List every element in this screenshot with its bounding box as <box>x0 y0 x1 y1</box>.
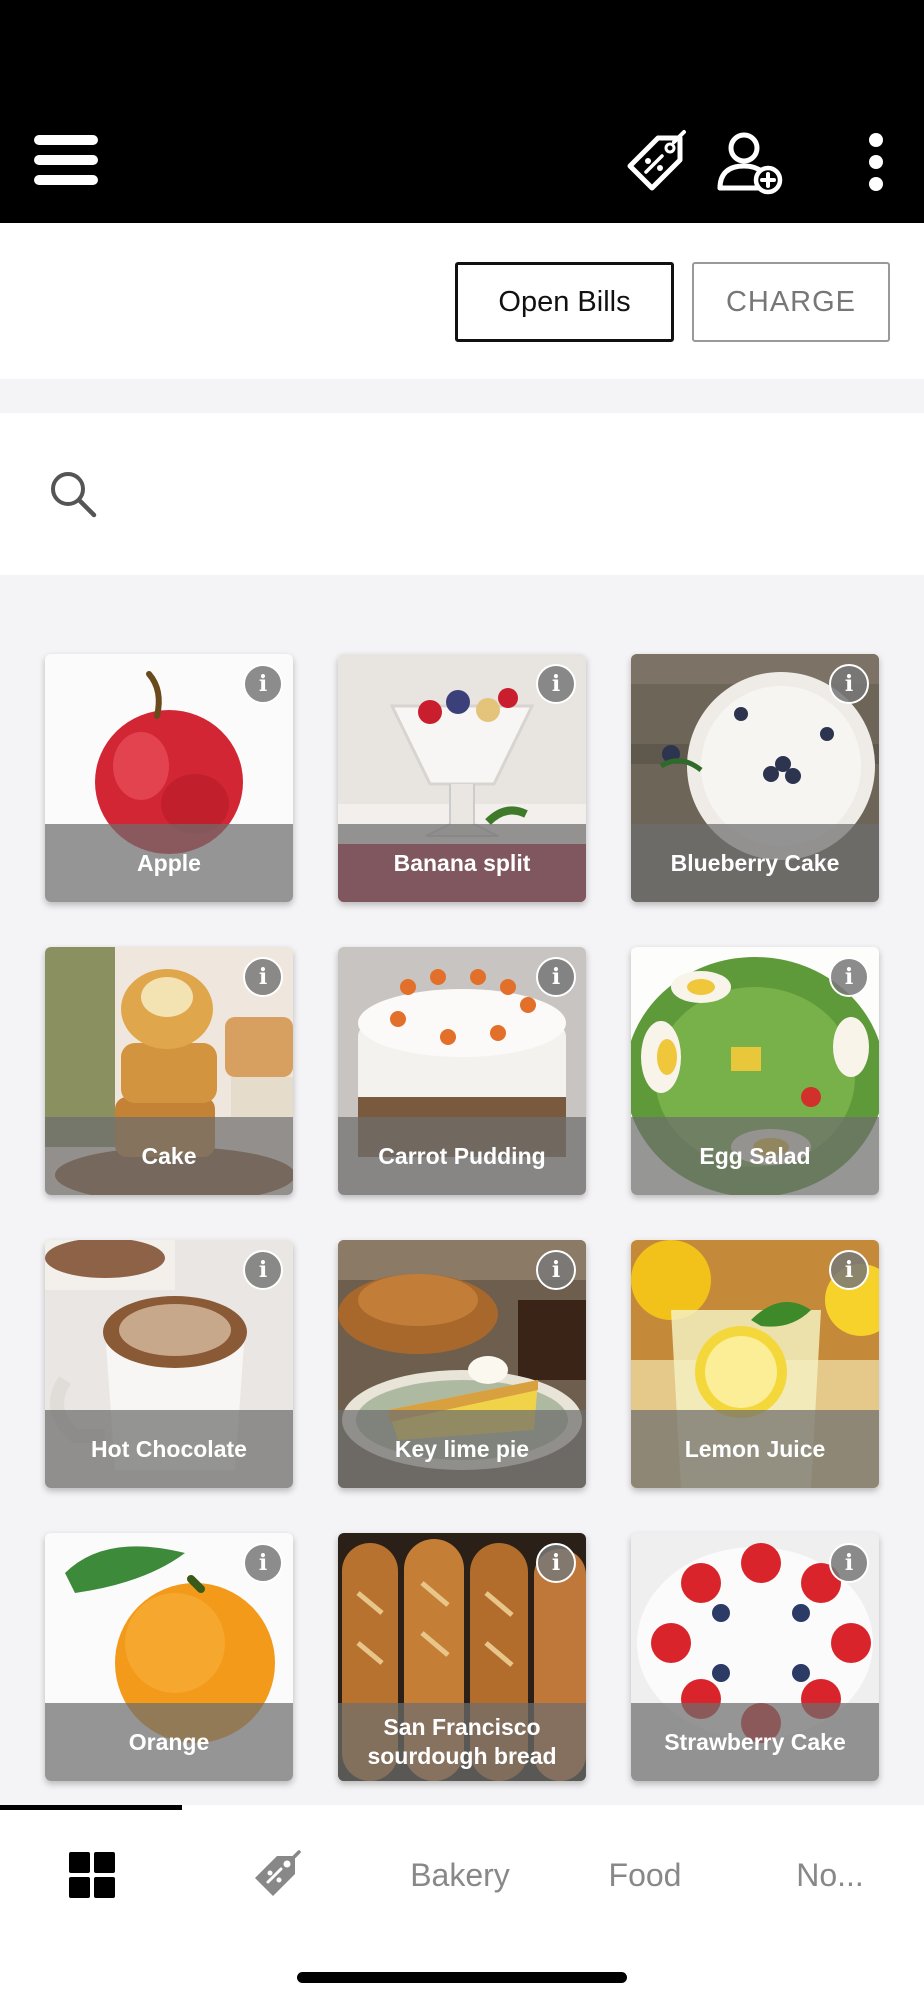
grid-icon <box>69 1852 115 1898</box>
info-icon[interactable]: i <box>536 1250 576 1290</box>
product-name: Carrot Pudding <box>378 1142 546 1169</box>
bottom-category-nav: Bakery Food No... <box>0 1805 924 2000</box>
info-icon[interactable]: i <box>536 1543 576 1583</box>
product-tile-egg-salad[interactable]: i Egg Salad <box>631 947 879 1195</box>
tab-food[interactable]: Food <box>585 1841 705 1909</box>
info-icon[interactable]: i <box>829 664 869 704</box>
product-name: Lemon Juice <box>684 1435 826 1462</box>
product-grid: i Apple i Banana split i Blueberry Cake … <box>0 575 924 1805</box>
info-icon[interactable]: i <box>829 957 869 997</box>
info-icon[interactable]: i <box>829 1543 869 1583</box>
info-icon[interactable]: i <box>536 957 576 997</box>
tab-all-items[interactable] <box>52 1841 132 1909</box>
active-tab-indicator <box>0 1805 182 1810</box>
product-name: Banana split <box>393 849 531 876</box>
info-icon[interactable]: i <box>829 1250 869 1290</box>
add-customer-icon[interactable] <box>712 124 788 200</box>
product-tile-key-lime-pie[interactable]: i Key lime pie <box>338 1240 586 1488</box>
product-name: Apple <box>137 849 201 876</box>
info-icon[interactable]: i <box>243 1250 283 1290</box>
discount-tag-icon <box>255 1850 301 1896</box>
product-tile-lemon-juice[interactable]: i Lemon Juice <box>631 1240 879 1488</box>
product-name: Hot Chocolate <box>91 1435 247 1462</box>
info-icon[interactable]: i <box>536 664 576 704</box>
info-icon[interactable]: i <box>243 664 283 704</box>
product-name: Cake <box>141 1142 197 1169</box>
product-tile-cake[interactable]: i Cake <box>45 947 293 1195</box>
product-name: Orange <box>128 1728 210 1755</box>
product-tile-blueberry-cake[interactable]: i Blueberry Cake <box>631 654 879 902</box>
product-tile-carrot-pudding[interactable]: i Carrot Pudding <box>338 947 586 1195</box>
product-tile-sourdough-bread[interactable]: i San Francisco sourdough bread <box>338 1533 586 1781</box>
open-bills-button[interactable]: Open Bills <box>455 262 674 342</box>
tab-discounts[interactable] <box>236 1841 316 1909</box>
product-tile-orange[interactable]: i Orange <box>45 1533 293 1781</box>
search-bar <box>0 413 924 575</box>
product-name: Blueberry Cake <box>670 849 840 876</box>
info-icon[interactable]: i <box>243 957 283 997</box>
search-input[interactable] <box>120 453 880 537</box>
product-name: Key lime pie <box>394 1435 530 1462</box>
search-icon[interactable] <box>48 469 100 521</box>
product-name: Egg Salad <box>699 1142 811 1169</box>
tab-bakery[interactable]: Bakery <box>390 1841 530 1909</box>
action-bar: Open Bills CHARGE <box>0 223 924 379</box>
vertical-dots-icon[interactable] <box>838 124 914 200</box>
charge-button[interactable]: CHARGE <box>692 262 890 342</box>
info-icon[interactable]: i <box>243 1543 283 1583</box>
product-tile-hot-chocolate[interactable]: i Hot Chocolate <box>45 1240 293 1488</box>
price-tag-icon[interactable] <box>618 124 694 200</box>
product-tile-apple[interactable]: i Apple <box>45 654 293 902</box>
product-tile-banana-split[interactable]: i Banana split <box>338 654 586 902</box>
top-app-bar <box>0 0 924 223</box>
hamburger-menu-icon[interactable] <box>28 122 104 198</box>
product-name: San Francisco sourdough bread <box>367 1714 557 1769</box>
tab-more-categories[interactable]: No... <box>770 1841 890 1909</box>
product-tile-strawberry-cake[interactable]: i Strawberry Cake <box>631 1533 879 1781</box>
product-name: Strawberry Cake <box>664 1728 846 1755</box>
home-indicator[interactable] <box>297 1972 627 1983</box>
